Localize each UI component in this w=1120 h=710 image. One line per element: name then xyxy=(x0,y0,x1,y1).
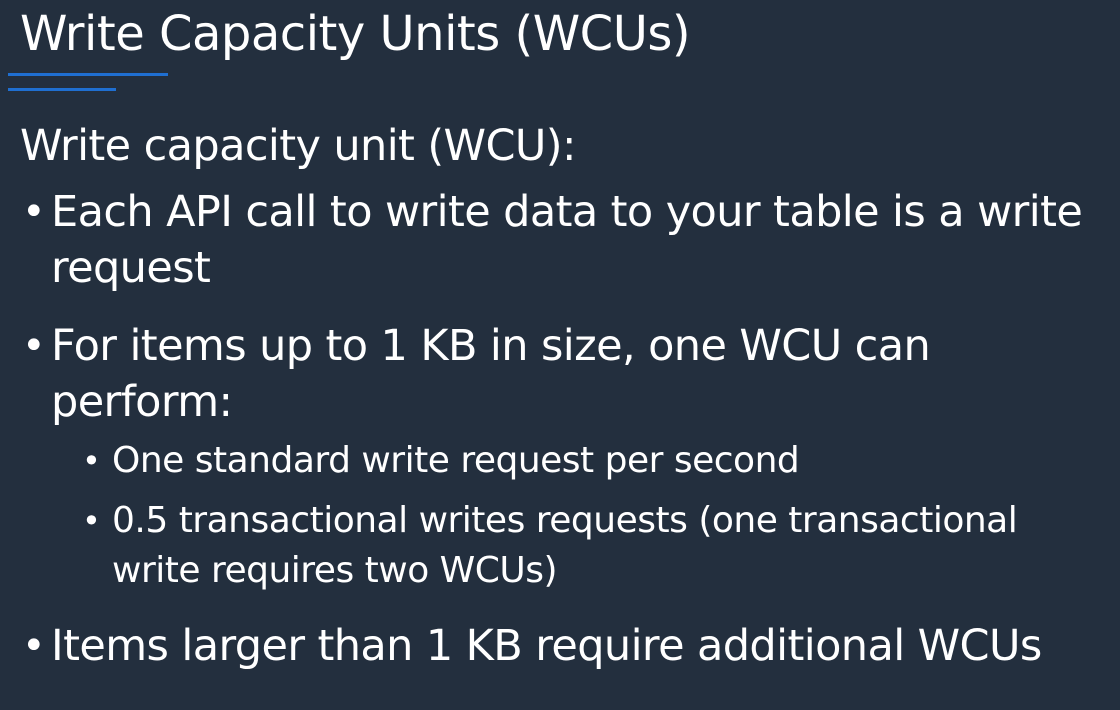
slide-body: Write capacity unit (WCU): • Each API ca… xyxy=(20,120,1115,696)
title-accent-line xyxy=(8,73,168,76)
bullet-text: Items larger than 1 KB require additiona… xyxy=(51,621,1042,671)
bullet-item: • For items up to 1 KB in size, one WCU … xyxy=(20,318,1115,430)
sub-bullet-list: • One standard write request per second … xyxy=(82,436,1115,596)
bullet-dot-icon: • xyxy=(22,623,46,669)
sub-bullet-text: 0.5 transactional writes requests (one t… xyxy=(112,500,1018,591)
bullet-item: • Each API call to write data to your ta… xyxy=(20,184,1115,296)
bullet-dot-icon: • xyxy=(82,502,101,540)
slide-title: Write Capacity Units (WCUs) xyxy=(20,6,691,62)
bullet-text: For items up to 1 KB in size, one WCU ca… xyxy=(51,321,931,427)
sub-bullet-item: • One standard write request per second xyxy=(82,436,1115,486)
sub-bullet-text: One standard write request per second xyxy=(112,440,800,481)
bullet-item: • Items larger than 1 KB require additio… xyxy=(20,618,1115,674)
intro-heading: Write capacity unit (WCU): xyxy=(20,121,576,171)
bullet-dot-icon: • xyxy=(22,323,46,369)
bullet-dot-icon: • xyxy=(22,189,46,235)
bullet-dot-icon: • xyxy=(82,442,101,480)
bullet-text: Each API call to write data to your tabl… xyxy=(51,187,1083,293)
title-accent-line-secondary xyxy=(8,88,116,91)
sub-bullet-item: • 0.5 transactional writes requests (one… xyxy=(82,496,1115,596)
